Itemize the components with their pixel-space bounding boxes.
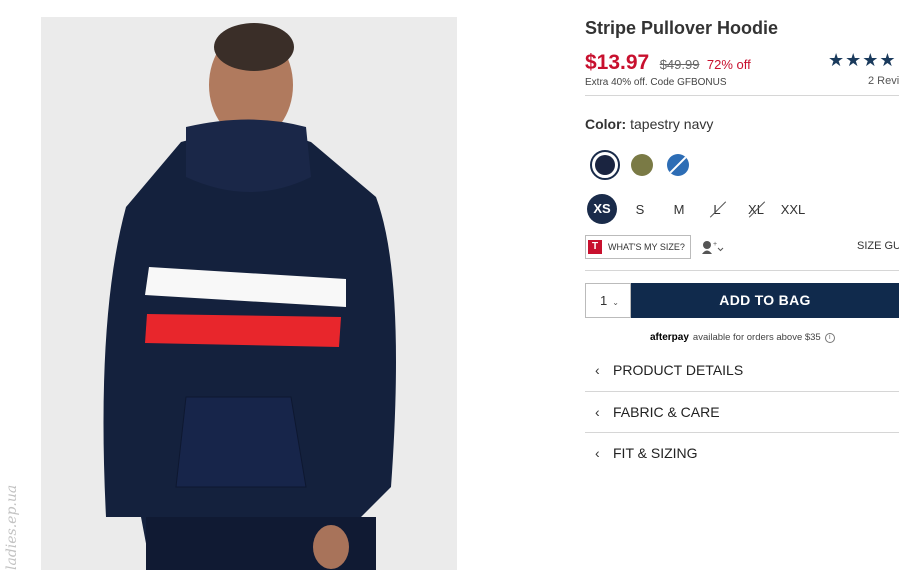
size-xxl[interactable]: XXL (778, 196, 808, 224)
product-image[interactable] (41, 17, 457, 570)
swatch-color (595, 155, 615, 175)
accordion-fabric-care[interactable]: ‹ FABRIC & CARE (585, 392, 899, 432)
quantity-value: 1 (600, 293, 608, 308)
info-icon[interactable]: i (824, 332, 835, 343)
color-label: Color: (585, 116, 627, 132)
product-title: Stripe Pullover Hoodie (585, 18, 779, 38)
accordion-label: FABRIC & CARE (613, 404, 720, 420)
color-value: tapestry navy (630, 116, 714, 132)
quantity-select[interactable]: 1 ⌄ (585, 283, 631, 318)
size-m[interactable]: M (664, 196, 694, 224)
whats-my-size-button[interactable]: T WHAT'S MY SIZE? (585, 235, 691, 259)
divider (585, 230, 899, 231)
swatch-olive[interactable] (627, 150, 657, 180)
watermark: ladies.ep.ua (4, 484, 20, 570)
unavailable-slash-icon (668, 155, 688, 175)
original-price: $49.99 (659, 57, 700, 72)
swatch-tapestry-navy[interactable] (590, 150, 620, 180)
fit-profile-icon[interactable]: + (701, 240, 727, 254)
swatch-color (631, 154, 653, 176)
promo-code-text: Extra 40% off. Code GFBONUS (585, 77, 727, 88)
product-info-panel: Stripe Pullover Hoodie $13.97 $49.99 72%… (585, 0, 899, 578)
divider (585, 270, 899, 271)
sale-price: $13.97 (585, 51, 650, 74)
size-guide-link[interactable]: SIZE GU (857, 240, 899, 252)
chevron-left-icon: ‹ (595, 362, 600, 378)
accordion-label: PRODUCT DETAILS (613, 362, 744, 378)
swatch-blue[interactable] (663, 150, 693, 180)
divider (585, 95, 899, 96)
chevron-down-icon: ⌄ (612, 298, 619, 307)
product-photo (41, 17, 457, 570)
chevron-left-icon: ‹ (595, 445, 600, 461)
price-row: $13.97 $49.99 72% off (585, 51, 751, 75)
accordion-product-details[interactable]: ‹ PRODUCT DETAILS (585, 350, 899, 390)
true-fit-logo-icon: T (588, 240, 602, 254)
size-xs[interactable]: XS (587, 194, 617, 224)
afterpay-message: afterpay available for orders above $35 … (650, 332, 835, 343)
afterpay-text: available for orders above $35 (692, 332, 821, 343)
color-label-row: Color: tapestry navy (585, 116, 713, 132)
whats-my-size-label: WHAT'S MY SIZE? (608, 242, 685, 252)
svg-text:+: + (713, 241, 717, 248)
size-l[interactable]: L (702, 196, 732, 224)
size-s[interactable]: S (625, 196, 655, 224)
chevron-left-icon: ‹ (595, 404, 600, 420)
swatch-color (667, 154, 689, 176)
add-to-bag-button[interactable]: ADD TO BAG (631, 283, 899, 318)
reviews-link[interactable]: 2 Revi (868, 75, 899, 87)
rating-stars[interactable]: ★★★★ (828, 50, 897, 71)
discount-percent: 72% off (706, 57, 751, 72)
accordion-label: FIT & SIZING (613, 445, 698, 461)
accordion-fit-sizing[interactable]: ‹ FIT & SIZING (585, 433, 899, 473)
size-xl[interactable]: XL (741, 196, 771, 224)
afterpay-logo: afterpay (650, 332, 689, 343)
